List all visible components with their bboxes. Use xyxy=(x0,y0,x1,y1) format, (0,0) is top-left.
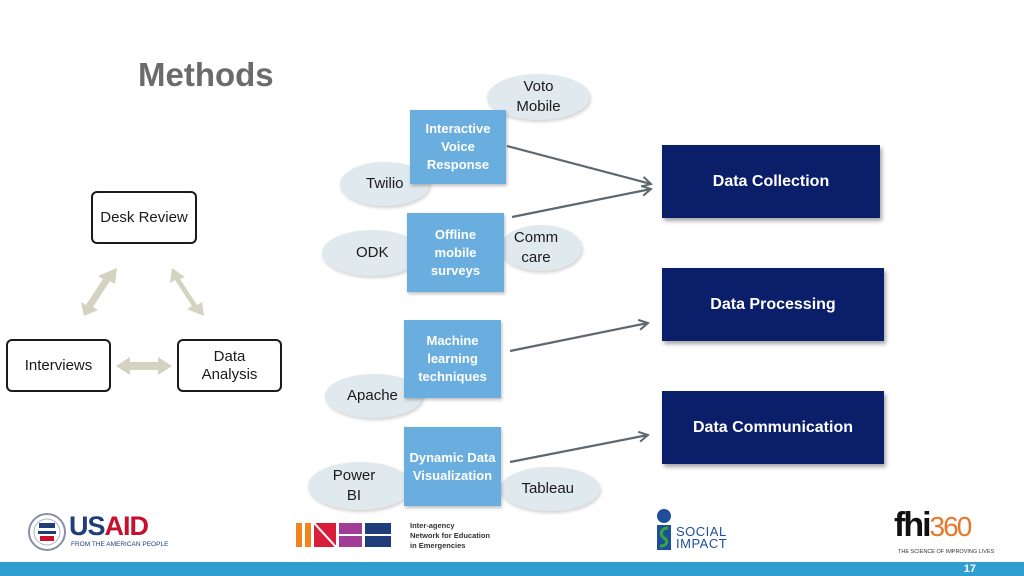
method-label: Dynamic Data Visualization xyxy=(409,449,496,483)
tool-label: Twilio xyxy=(366,175,404,192)
tool-label: Comm care xyxy=(513,229,559,266)
tool-label: Apache xyxy=(347,387,398,404)
method-label: Machine learning techniques xyxy=(418,333,487,384)
double-arrow-desk-analysis xyxy=(170,268,204,316)
method-box-dynamic-visualization: Dynamic Data Visualization xyxy=(404,427,501,506)
arrow-ivr-to-collection xyxy=(506,144,651,184)
tool-ellipse-power-bi: Power BI xyxy=(308,462,412,510)
cycle-arrows xyxy=(81,268,204,375)
tool-label: Power BI xyxy=(332,467,376,504)
tool-label: ODK xyxy=(356,244,389,261)
tool-label: Tableau xyxy=(521,480,574,497)
method-box-offline-surveys: Offline mobile surveys xyxy=(407,213,504,292)
double-arrow-interviews-analysis xyxy=(116,357,172,375)
tool-ellipse-tableau: Tableau xyxy=(500,467,600,511)
tool-ellipse-commcare: Comm care xyxy=(500,225,582,271)
method-box-ivr: Interactive Voice Response xyxy=(410,110,506,184)
double-arrow-interviews-desk xyxy=(81,268,117,316)
method-label: Offline mobile surveys xyxy=(430,226,481,278)
method-label: Interactive Voice Response xyxy=(425,121,491,172)
arrow-offline-to-collection xyxy=(511,189,651,219)
tool-label: Voto Mobile xyxy=(516,78,561,115)
arrow-viz-to-communication xyxy=(509,435,648,464)
method-box-machine-learning: Machine learning techniques xyxy=(404,320,501,398)
arrow-ml-to-processing xyxy=(509,323,648,353)
